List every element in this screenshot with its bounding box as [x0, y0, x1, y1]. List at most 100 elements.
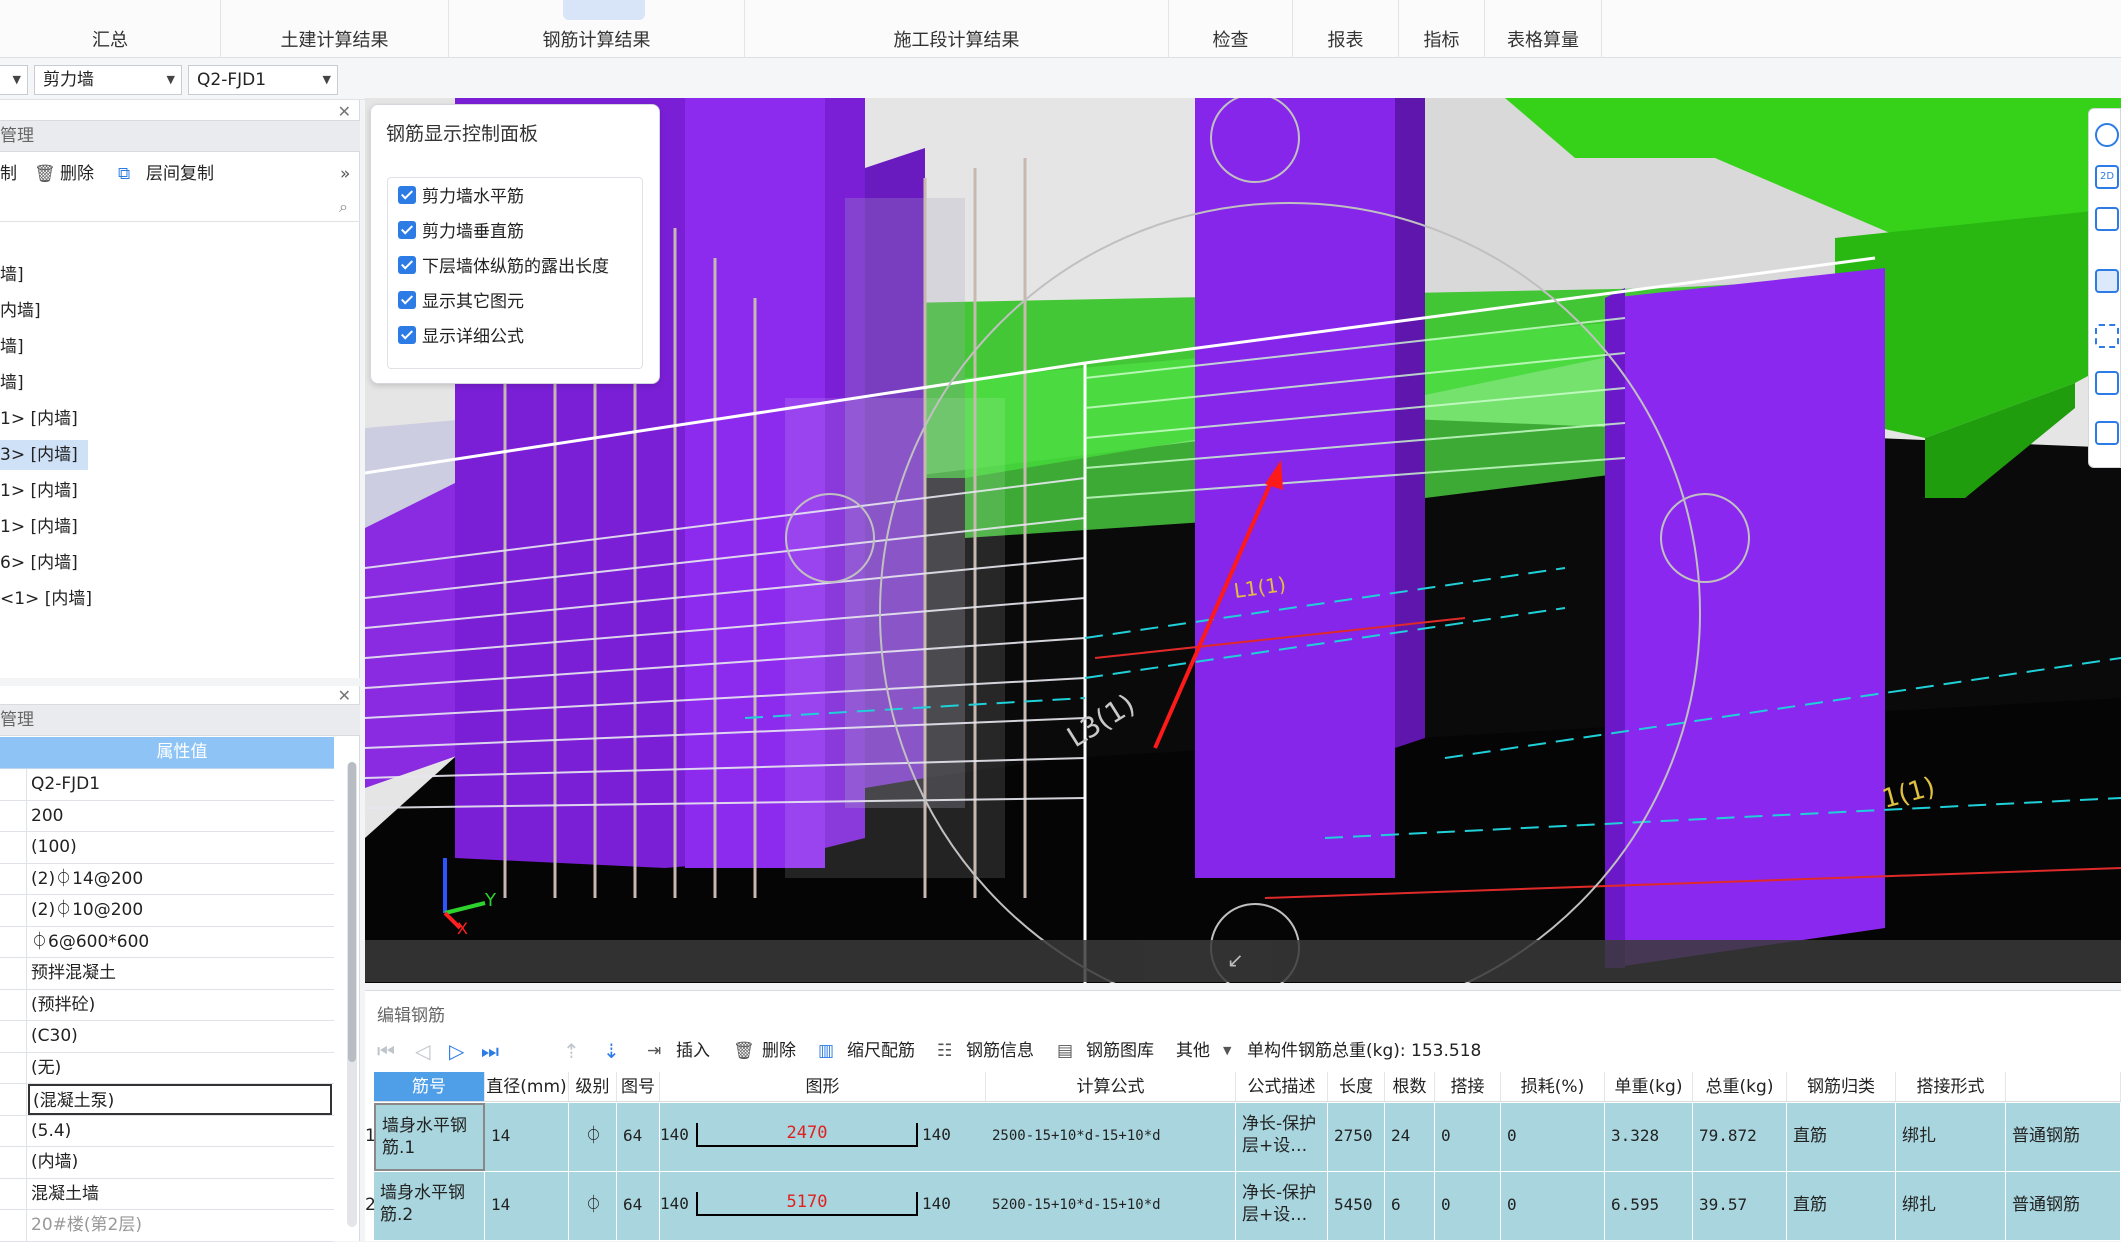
diameter-cell[interactable]: 14: [485, 1172, 569, 1240]
scale-rebar-button[interactable]: 缩尺配筋: [847, 1033, 915, 1069]
property-row[interactable]: 20#楼(第2层): [0, 1210, 334, 1242]
move-up-icon[interactable]: ⇡: [563, 1033, 580, 1069]
unit-weight-cell[interactable]: 3.328: [1605, 1103, 1693, 1171]
view-2d-icon[interactable]: 2D: [2095, 165, 2119, 189]
property-row[interactable]: Q2-FJD1: [0, 769, 334, 801]
property-row[interactable]: 200: [0, 800, 334, 832]
component-name-select[interactable]: Q2-FJD1 ▼: [188, 65, 338, 95]
property-row[interactable]: (C30): [0, 1021, 334, 1053]
search-icon[interactable]: ⌕: [339, 197, 348, 217]
tree-item[interactable]: 内墙]: [0, 296, 41, 326]
rebar-shape-cell[interactable]: 140 5170 140: [660, 1172, 986, 1240]
component-type-select[interactable]: 剪力墙 ▼: [34, 65, 182, 95]
prev-record-icon[interactable]: ◁: [415, 1033, 430, 1069]
rebar-library-button[interactable]: 钢筋图库: [1086, 1033, 1154, 1069]
rebar-info-button[interactable]: 钢筋信息: [966, 1033, 1034, 1069]
next-record-icon[interactable]: ▷: [449, 1033, 464, 1069]
more-icon[interactable]: »: [340, 156, 350, 192]
library-icon[interactable]: ▤: [1057, 1033, 1073, 1069]
property-row[interactable]: (2)⏀10@200: [0, 895, 334, 927]
rebar-shape-cell[interactable]: 140 2470 140: [660, 1103, 986, 1171]
insert-button[interactable]: 插入: [676, 1033, 710, 1069]
property-row[interactable]: (2)⏀14@200: [0, 863, 334, 895]
property-row[interactable]: 预拌混凝土: [0, 958, 334, 990]
property-row[interactable]: (5.4): [0, 1115, 334, 1147]
figure-no-cell[interactable]: 64: [617, 1103, 660, 1171]
checkbox[interactable]: [398, 221, 416, 239]
property-row[interactable]: (内墙): [0, 1147, 334, 1179]
checkbox[interactable]: [398, 326, 416, 344]
category-cell[interactable]: 直筋: [1787, 1103, 1896, 1171]
tree-item[interactable]: 1> [内墙]: [0, 512, 78, 542]
tab-construction-results[interactable]: 施工段计算结果: [745, 0, 1169, 58]
property-value-input[interactable]: (混凝土泵): [28, 1084, 332, 1115]
count-cell[interactable]: 6: [1385, 1172, 1435, 1240]
trash-icon[interactable]: 🗑: [733, 1033, 755, 1069]
rebar-type-cell[interactable]: 普通钢筋: [2006, 1172, 2121, 1240]
layer-select[interactable]: ▼: [0, 65, 28, 95]
formula-cell[interactable]: 2500-15+10*d-15+10*d: [986, 1103, 1236, 1171]
move-down-icon[interactable]: ⇣: [603, 1033, 620, 1069]
search-bar[interactable]: ⌕: [0, 192, 360, 222]
formula-desc-cell[interactable]: 净长-保护层+设…: [1236, 1172, 1328, 1240]
formula-desc-cell[interactable]: 净长-保护层+设…: [1236, 1103, 1328, 1171]
option-show-formula[interactable]: 显示详细公式: [398, 322, 524, 352]
last-record-icon[interactable]: ⏭: [481, 1033, 499, 1069]
rebar-type-cell[interactable]: 普通钢筋: [2006, 1103, 2121, 1171]
total-weight-cell[interactable]: 79.872: [1693, 1103, 1787, 1171]
option-show-other[interactable]: 显示其它图元: [398, 287, 524, 317]
close-icon[interactable]: ✕: [338, 686, 351, 705]
insert-icon[interactable]: ⇥: [647, 1033, 661, 1069]
trash-icon[interactable]: 🗑: [34, 156, 56, 192]
tree-item-selected[interactable]: 3> [内墙]: [0, 440, 88, 470]
property-row[interactable]: (预拌砼): [0, 989, 334, 1021]
lap-type-cell[interactable]: 绑扎: [1896, 1103, 2006, 1171]
layer-list-icon[interactable]: [2095, 421, 2119, 445]
selection-box-icon[interactable]: [2095, 324, 2119, 348]
property-row[interactable]: 混凝土墙: [0, 1178, 334, 1210]
tab-index[interactable]: 指标: [1399, 0, 1485, 58]
count-cell[interactable]: 24: [1385, 1103, 1435, 1171]
category-cell[interactable]: 直筋: [1787, 1172, 1896, 1240]
diameter-cell[interactable]: 14: [485, 1103, 569, 1171]
info-icon[interactable]: ☷: [937, 1033, 952, 1069]
scrollbar-thumb[interactable]: [348, 762, 356, 1062]
tab-rebar-results[interactable]: 钢筋计算结果: [449, 0, 745, 58]
property-row[interactable]: (无): [0, 1052, 334, 1084]
tab-table-calc[interactable]: 表格算量: [1485, 0, 1602, 58]
close-icon[interactable]: ✕: [338, 102, 351, 121]
loss-cell[interactable]: 0: [1501, 1172, 1605, 1240]
formula-cell[interactable]: 5200-15+10*d-15+10*d: [986, 1172, 1236, 1240]
tab-summary[interactable]: 汇总: [0, 0, 221, 58]
tree-item[interactable]: 6> [内墙]: [0, 548, 78, 578]
unit-weight-cell[interactable]: 6.595: [1605, 1172, 1693, 1240]
tree-item[interactable]: 墙]: [0, 368, 24, 398]
property-row[interactable]: (100): [0, 832, 334, 864]
option-horizontal-rebar[interactable]: 剪力墙水平筋: [398, 182, 524, 212]
table-row[interactable]: 2 墙身水平钢筋.2 14 ⏀ 64 140 5170 140 5200-15+…: [365, 1172, 2121, 1240]
tree-item[interactable]: 墙]: [0, 332, 24, 362]
floor-copy-button[interactable]: 层间复制: [146, 156, 214, 192]
bar-chart-icon[interactable]: ▥: [818, 1033, 834, 1069]
checkbox[interactable]: [398, 291, 416, 309]
isometric-icon[interactable]: [2095, 371, 2119, 395]
length-cell[interactable]: 2750: [1328, 1103, 1385, 1171]
scrollbar[interactable]: [347, 762, 357, 1227]
other-menu-button[interactable]: 其他: [1176, 1033, 1210, 1069]
tab-check[interactable]: 检查: [1169, 0, 1293, 58]
delete-button[interactable]: 删除: [762, 1033, 796, 1069]
tree-item[interactable]: 1> [内墙]: [0, 476, 78, 506]
table-row[interactable]: 1 墙身水平钢筋.1 14 ⏀ 64 140 2470 140 2500-15+…: [365, 1103, 2121, 1171]
checkbox[interactable]: [398, 256, 416, 274]
orbit-icon[interactable]: [2095, 123, 2119, 147]
tree-item[interactable]: 墙]: [0, 260, 24, 290]
rebar-name-cell[interactable]: 墙身水平钢筋.2: [374, 1172, 485, 1240]
tab-report[interactable]: 报表: [1293, 0, 1399, 58]
grade-cell[interactable]: ⏀: [569, 1172, 617, 1240]
tab-civil-results[interactable]: 土建计算结果: [221, 0, 449, 58]
lap-cell[interactable]: 0: [1435, 1103, 1501, 1171]
rebar-name-cell[interactable]: 墙身水平钢筋.1: [374, 1103, 485, 1171]
grade-cell[interactable]: ⏀: [569, 1103, 617, 1171]
property-row-editing[interactable]: (混凝土泵): [0, 1084, 334, 1116]
tree-item[interactable]: 1> [内墙]: [0, 404, 78, 434]
